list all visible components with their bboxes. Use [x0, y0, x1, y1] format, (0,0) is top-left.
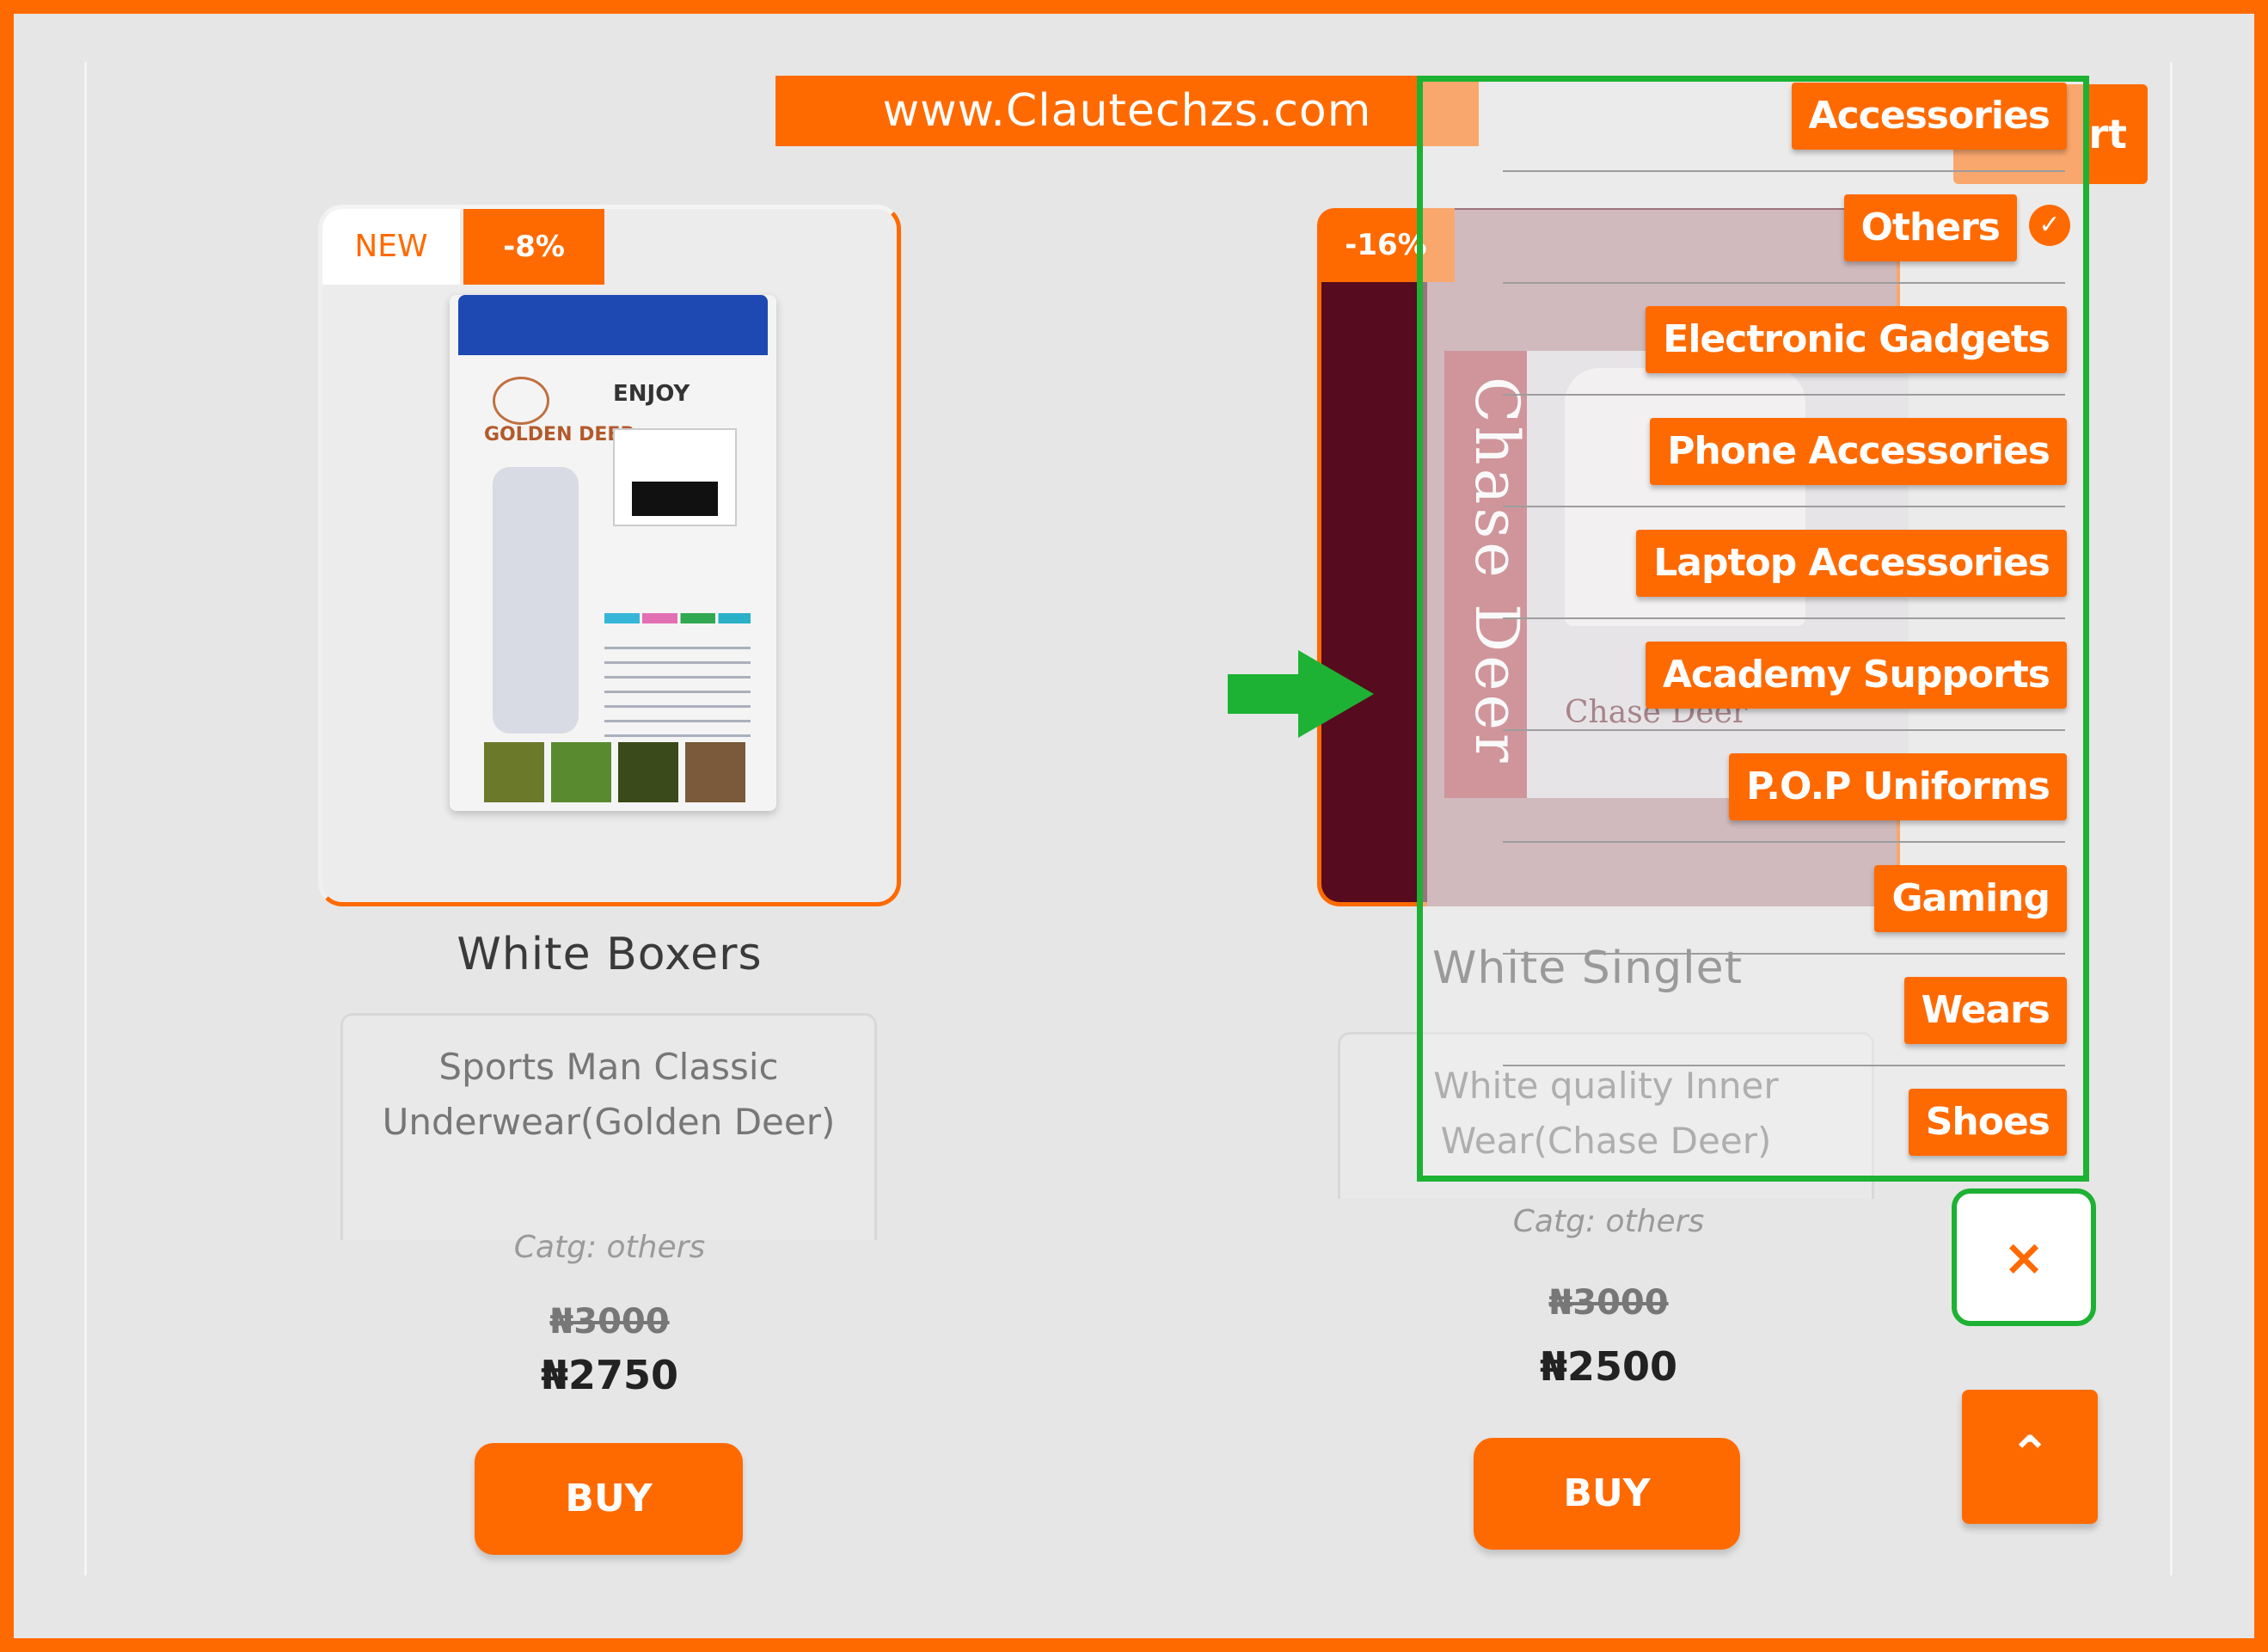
old-price: ₦3000 [1548, 1283, 1669, 1323]
close-icon[interactable]: × [1952, 1188, 2096, 1326]
buy-button[interactable]: BUY [475, 1443, 743, 1555]
dropdown-highlight-box [1417, 76, 2089, 1182]
watermark-banner: www.Clautechzs.com [775, 76, 1479, 146]
container-right-edge [2170, 62, 2173, 1575]
product-description: Sports Man Classic Underwear(Golden Deer… [340, 1013, 877, 1240]
product-card-image[interactable]: NEW -8% GOLDEN DEER ENJOY [318, 205, 901, 906]
product-category: Catg: others [1512, 1204, 1705, 1239]
new-price: ₦2750 [540, 1352, 679, 1398]
buy-button[interactable]: BUY [1474, 1438, 1740, 1550]
chevron-up-icon[interactable]: ⌃ [1962, 1390, 2098, 1524]
new-badge: NEW [322, 209, 460, 285]
container-left-edge [84, 62, 87, 1575]
product-category: Catg: others [513, 1230, 706, 1265]
product-title[interactable]: White Boxers [318, 929, 901, 980]
old-price: ₦3000 [549, 1302, 670, 1342]
new-price: ₦2500 [1539, 1343, 1678, 1390]
discount-badge: -8% [463, 209, 604, 285]
arrow-right-icon [1228, 650, 1374, 738]
product-image: GOLDEN DEER ENJOY [450, 295, 776, 811]
